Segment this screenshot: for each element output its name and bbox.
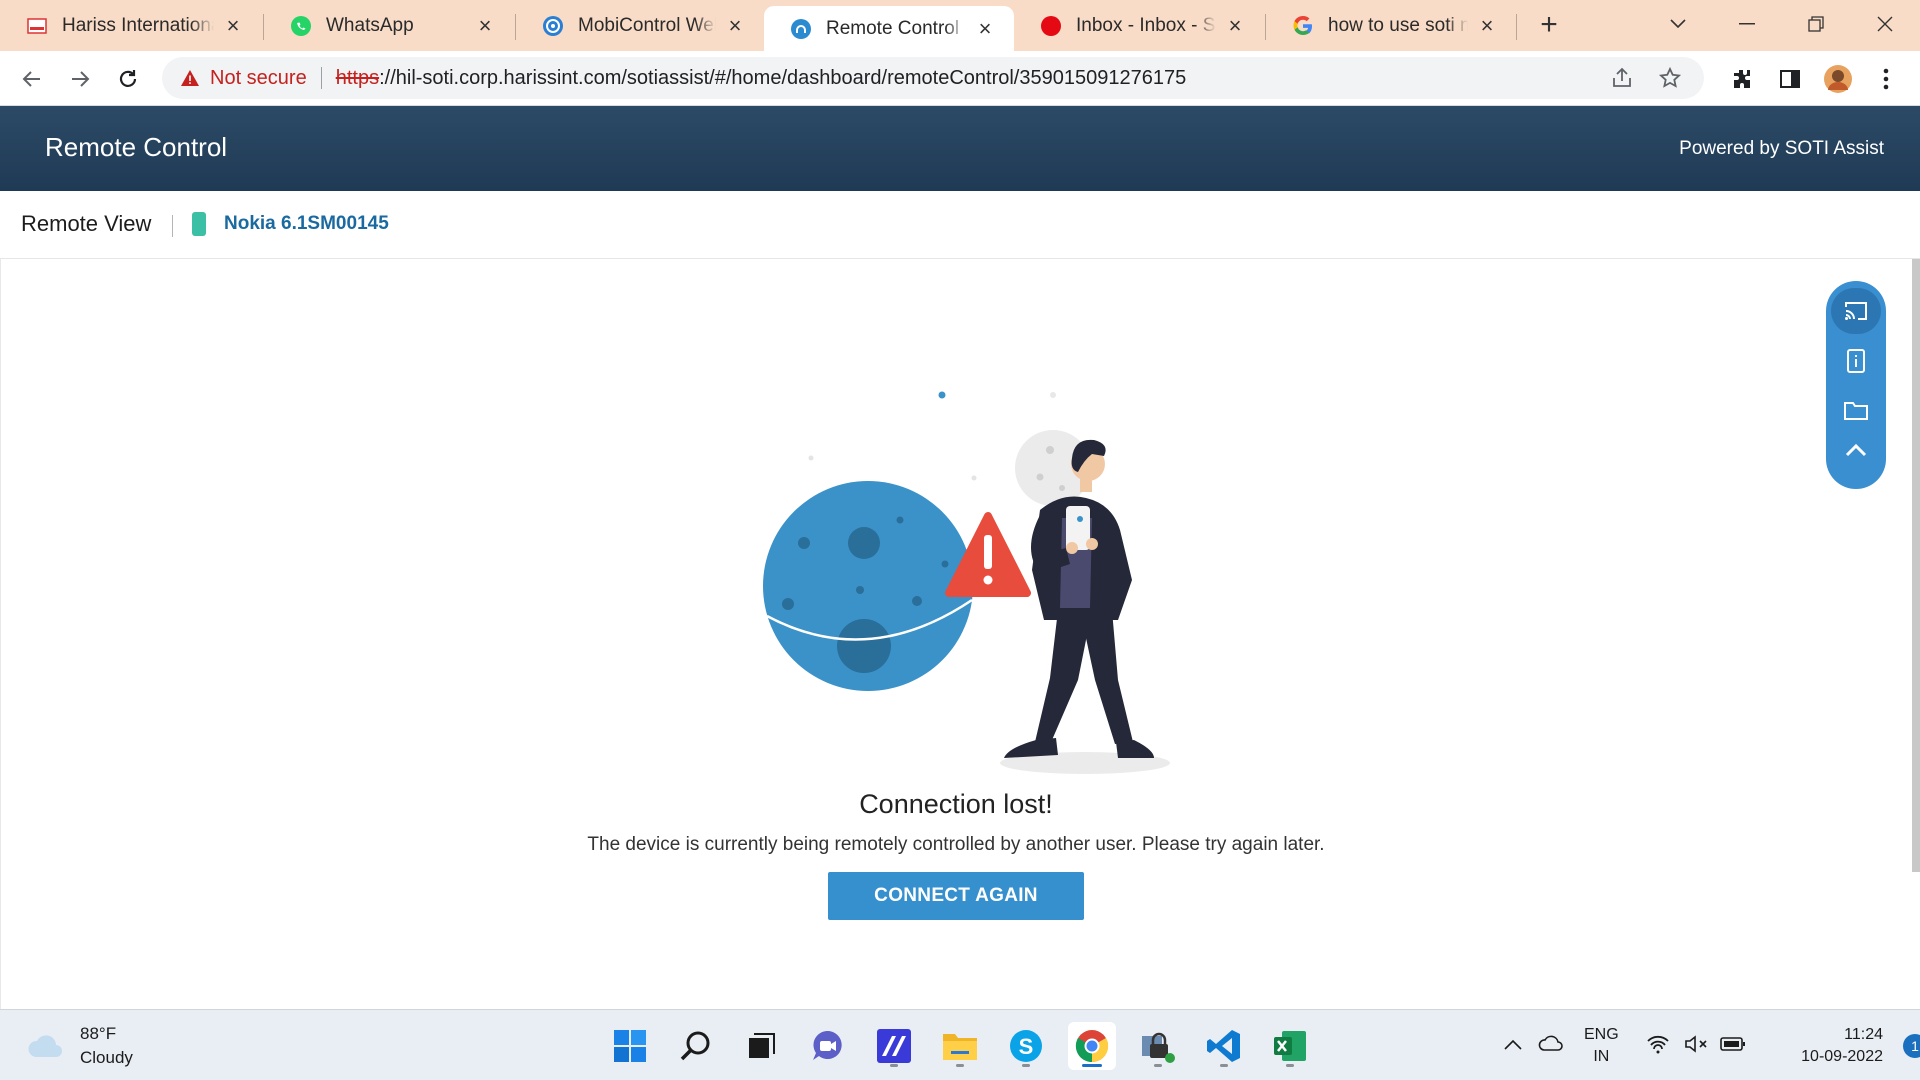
- task-view-icon[interactable]: [738, 1022, 786, 1070]
- decor-dot: [971, 475, 977, 481]
- close-tab-icon[interactable]: ×: [1476, 14, 1498, 37]
- skype-icon[interactable]: S: [1002, 1022, 1050, 1070]
- remote-view-bar: Remote View Nokia 6.1SM00145: [0, 191, 1920, 259]
- new-tab-button[interactable]: +: [1532, 8, 1566, 42]
- windows-taskbar: 88°F Cloudy S ENG IN 11:24 10-09-2022 1: [0, 1009, 1920, 1080]
- tab-separator: [1516, 14, 1517, 40]
- excel-icon[interactable]: [1266, 1022, 1314, 1070]
- close-tab-icon[interactable]: ×: [974, 17, 996, 40]
- address-divider: [320, 67, 322, 89]
- connection-lost-illustration: [763, 391, 1170, 774]
- weather-condition: Cloudy: [80, 1048, 133, 1067]
- tab-inbox[interactable]: Inbox - Inbox - Service ×: [1014, 0, 1264, 51]
- close-tab-icon[interactable]: ×: [222, 14, 244, 37]
- device-info-icon[interactable]: [1831, 338, 1881, 384]
- forward-arrow-icon[interactable]: [64, 63, 96, 95]
- decor-dot: [938, 391, 946, 399]
- battery-icon[interactable]: [1720, 1036, 1746, 1057]
- wifi-icon[interactable]: [1646, 1034, 1670, 1059]
- minimize-icon[interactable]: [1727, 8, 1767, 40]
- google-icon: [1292, 15, 1314, 37]
- clock-time: 11:24: [1844, 1026, 1883, 1043]
- cast-screen-icon[interactable]: [1831, 288, 1881, 334]
- smartphone-icon: [192, 212, 206, 236]
- collapse-up-icon[interactable]: [1831, 427, 1881, 473]
- mobicontrol-icon: [542, 15, 564, 37]
- svg-text:S: S: [1019, 1034, 1034, 1059]
- running-indicator: [1082, 1064, 1102, 1067]
- decor-dot: [1050, 392, 1056, 398]
- connection-lost-message: The device is currently being remotely c…: [587, 834, 1325, 855]
- restore-icon[interactable]: [1796, 8, 1836, 40]
- url-protocol: https: [335, 66, 380, 89]
- clock-date: 10-09-2022: [1801, 1048, 1883, 1065]
- share-icon[interactable]: [1610, 66, 1634, 96]
- security-status-label[interactable]: Not secure: [210, 67, 307, 90]
- hariss-logo-icon: [26, 15, 48, 37]
- browser-tab-strip: Hariss International × WhatsApp × MobiCo…: [0, 0, 1920, 51]
- region-code: IN: [1593, 1048, 1610, 1065]
- tab-google-search[interactable]: how to use soti mobicontrol ×: [1266, 0, 1516, 51]
- tab-remote-control[interactable]: Remote Control - Nokia ×: [764, 6, 1014, 51]
- address-bar[interactable]: Not secure https ://hil-soti.corp.hariss…: [162, 57, 1704, 99]
- powered-by-label: Powered by SOTI Assist: [1679, 138, 1884, 159]
- running-indicator: [890, 1064, 898, 1067]
- remote-view-divider: [172, 215, 173, 237]
- cloud-icon: [28, 1035, 62, 1057]
- planet-shape: [763, 481, 973, 691]
- chrome-icon[interactable]: [1068, 1022, 1116, 1070]
- search-icon[interactable]: [672, 1022, 720, 1070]
- running-indicator: [1154, 1064, 1162, 1067]
- back-arrow-icon[interactable]: [16, 63, 48, 95]
- close-window-icon[interactable]: [1865, 8, 1905, 40]
- weather-temperature: 88°F: [80, 1024, 117, 1043]
- onedrive-cloud-icon[interactable]: [1538, 1034, 1564, 1057]
- url-text: ://hil-soti.corp.harissint.com/sotiassis…: [379, 66, 1187, 89]
- decor-dot: [808, 455, 814, 461]
- reload-icon[interactable]: [112, 63, 144, 95]
- language-code: ENG: [1584, 1026, 1619, 1043]
- app-header: Remote Control Powered by SOTI Assist: [0, 106, 1920, 191]
- running-indicator: [1022, 1064, 1030, 1067]
- bookmark-star-icon[interactable]: [1658, 66, 1682, 96]
- notification-badge[interactable]: 1: [1903, 1034, 1920, 1058]
- side-panel-icon[interactable]: [1774, 63, 1806, 95]
- tab-hariss-international[interactable]: Hariss International ×: [0, 0, 262, 51]
- connection-lost-title: Connection lost!: [859, 789, 1053, 819]
- tab-search-chevron-icon[interactable]: [1658, 8, 1698, 40]
- running-indicator: [1220, 1064, 1228, 1067]
- input-language-indicator[interactable]: ENG IN: [1584, 1024, 1619, 1068]
- remote-view-label: Remote View: [21, 211, 152, 236]
- soti-assist-icon: [790, 18, 812, 40]
- profile-avatar[interactable]: [1822, 63, 1854, 95]
- extensions-puzzle-icon[interactable]: [1726, 63, 1758, 95]
- show-hidden-icons-chevron-icon[interactable]: [1504, 1036, 1522, 1056]
- running-indicator: [956, 1064, 964, 1067]
- connect-again-button[interactable]: CONNECT AGAIN: [828, 872, 1084, 920]
- windows-start-icon[interactable]: [606, 1022, 654, 1070]
- whatsapp-icon: [290, 15, 312, 37]
- warning-triangle-icon: [180, 68, 200, 88]
- device-name-link[interactable]: Nokia 6.1SM00145: [224, 213, 389, 235]
- vpn-lock-icon[interactable]: [1134, 1022, 1182, 1070]
- tab-mobicontrol[interactable]: MobiControl WebConsole ×: [516, 0, 764, 51]
- speaker-muted-icon[interactable]: [1684, 1034, 1710, 1059]
- close-tab-icon[interactable]: ×: [724, 14, 746, 37]
- weather-widget[interactable]: 88°F Cloudy: [26, 1022, 133, 1070]
- remote-tools-panel: [1826, 281, 1886, 489]
- zoomit-icon[interactable]: [870, 1022, 918, 1070]
- file-explorer-icon[interactable]: [936, 1022, 984, 1070]
- teams-chat-icon[interactable]: [804, 1022, 852, 1070]
- browser-menu-icon[interactable]: [1870, 63, 1902, 95]
- running-indicator: [1286, 1064, 1294, 1067]
- app-title: Remote Control: [45, 132, 228, 162]
- vscode-icon[interactable]: [1200, 1022, 1248, 1070]
- close-tab-icon[interactable]: ×: [474, 14, 496, 37]
- tab-whatsapp[interactable]: WhatsApp ×: [264, 0, 514, 51]
- close-tab-icon[interactable]: ×: [1224, 14, 1246, 37]
- browser-toolbar: Not secure https ://hil-soti.corp.hariss…: [0, 51, 1920, 106]
- scrollbar[interactable]: [1912, 259, 1920, 872]
- clock[interactable]: 11:24 10-09-2022: [1763, 1024, 1883, 1068]
- red-circle-icon: [1040, 15, 1062, 37]
